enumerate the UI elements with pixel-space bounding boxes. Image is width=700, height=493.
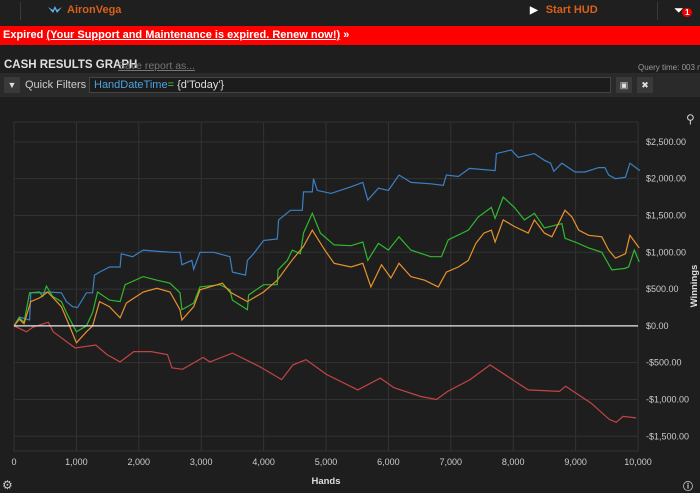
y-tick-label: $1,000.00	[646, 247, 686, 257]
x-tick-label: 6,000	[377, 457, 400, 467]
series-line-orange	[13, 209, 640, 344]
x-axis-label: Hands	[311, 476, 340, 487]
x-tick-label: 9,000	[564, 457, 587, 467]
y-tick-label: $1,500.00	[646, 210, 686, 220]
info-icon: ⓘ	[683, 482, 693, 493]
series-line-green	[13, 196, 640, 333]
x-tick-label: 7,000	[440, 457, 463, 467]
y-tick-label: $2,000.00	[646, 174, 686, 184]
x-tick-label: 5,000	[315, 457, 338, 467]
y-tick-label: $0.00	[646, 321, 669, 331]
y-tick-label: $2,500.00	[646, 137, 686, 147]
y-tick-label: -$1,500.00	[646, 431, 689, 441]
y-tick-label: $500.00	[646, 284, 679, 294]
x-tick-label: 0	[11, 457, 16, 467]
x-tick-label: 1,000	[65, 457, 88, 467]
x-tick-label: 3,000	[190, 457, 213, 467]
settings-button[interactable]: ⚙	[2, 478, 13, 492]
x-tick-label: 2,000	[128, 457, 151, 467]
results-chart: 0 1,000 2,000 3,000 4,000 5,000 6,000 7,000 8,00…	[11, 121, 700, 487]
series-line-red	[13, 321, 637, 423]
gear-icon: ⚙	[2, 478, 13, 492]
x-tick-label: 8,000	[502, 457, 525, 467]
y-axis-label: Winnings	[689, 265, 700, 308]
y-tick-label: -$500.00	[646, 358, 682, 368]
y-tick-label: -$1,000.00	[646, 394, 689, 404]
x-tick-label: 10,000	[624, 457, 652, 467]
x-tick-label: 4,000	[252, 457, 275, 467]
